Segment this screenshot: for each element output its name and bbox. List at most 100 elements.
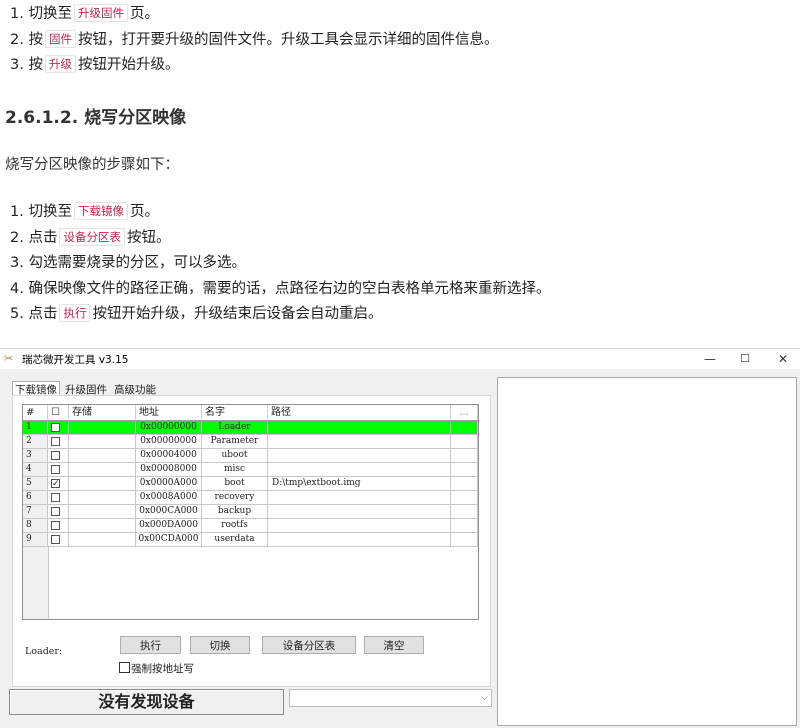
switch-button[interactable]: 切换 — [190, 636, 250, 654]
cell-path[interactable] — [268, 449, 451, 463]
cell-storage — [69, 463, 136, 477]
cell-browse[interactable] — [451, 519, 478, 533]
list-item: 5. 点击 执行 按钮开始升级，升级结束后设备会自动重启。 — [0, 302, 550, 328]
row-header-filler — [23, 547, 49, 619]
cell-path[interactable]: D:\tmp\extboot.img — [268, 477, 451, 491]
ui-tag: 设备分区表 — [59, 227, 125, 246]
checkbox-icon[interactable] — [51, 535, 60, 544]
title-bar[interactable]: ✂ 瑞芯微开发工具 v3.15 — ☐ ✕ — [0, 349, 800, 369]
row-checkbox[interactable] — [48, 491, 69, 505]
table-row[interactable]: 5 ✓ 0x0000A000 boot D:\tmp\extboot.img — [23, 477, 478, 491]
cell-path[interactable] — [268, 533, 451, 547]
row-index: 4 — [23, 463, 48, 477]
table-row[interactable]: 4 0x00008000 misc — [23, 463, 478, 477]
step-text: 按钮开始升级，升级结束后设备会自动重启。 — [92, 306, 383, 322]
table-row[interactable]: 2 0x00000000 Parameter — [23, 435, 478, 449]
cell-storage — [69, 477, 136, 491]
cell-path[interactable] — [268, 505, 451, 519]
cell-path[interactable] — [268, 421, 451, 435]
ui-tag: 升级 — [44, 55, 76, 73]
partition-table-button[interactable]: 设备分区表 — [262, 636, 356, 654]
step-number: 3. — [10, 255, 24, 271]
cell-browse[interactable] — [451, 435, 478, 449]
table-row[interactable]: 1 0x00000000 Loader — [23, 421, 478, 435]
cell-address: 0x0008A000 — [136, 491, 202, 505]
chevron-down-icon[interactable]: ⌵ — [481, 690, 488, 706]
list-item: 2. 按固件 按钮，打开要升级的固件文件。升级工具会显示详细的固件信息。 — [0, 28, 498, 54]
checked-checkbox-icon[interactable]: ✓ — [51, 479, 60, 489]
checkbox-icon[interactable] — [51, 465, 60, 474]
step-number: 5. — [10, 306, 24, 322]
table-row[interactable]: 9 0x00CDA000 userdata — [23, 533, 478, 547]
checkbox-icon[interactable] — [51, 423, 60, 432]
cell-path[interactable] — [268, 519, 451, 533]
table-row[interactable]: 3 0x00004000 uboot — [23, 449, 478, 463]
cell-browse[interactable] — [451, 421, 478, 435]
col-header-check[interactable]: ☐ — [48, 405, 69, 420]
table-row[interactable]: 8 0x000DA000 rootfs — [23, 519, 478, 533]
row-checkbox[interactable] — [48, 533, 69, 547]
cell-name: Loader — [202, 421, 268, 435]
cell-browse[interactable] — [451, 449, 478, 463]
download-panel: # ☐ 存储 地址 名字 路径 ... 1 0x00000000 Loader 2 0x… — [12, 395, 491, 687]
checkbox-icon[interactable] — [51, 451, 60, 460]
checkbox-icon[interactable] — [51, 507, 60, 516]
cell-path[interactable] — [268, 463, 451, 477]
clear-button[interactable]: 清空 — [364, 636, 424, 654]
step-text: 按 — [28, 31, 43, 48]
cell-path[interactable] — [268, 435, 451, 449]
cell-address: 0x000CA000 — [136, 505, 202, 519]
table-row[interactable]: 6 0x0008A000 recovery — [23, 491, 478, 505]
step-text: 点击 — [28, 229, 58, 246]
checkbox-icon[interactable] — [51, 521, 60, 530]
row-checkbox[interactable] — [48, 463, 69, 477]
step-number: 2. — [10, 229, 24, 246]
maximize-button[interactable]: ☐ — [730, 350, 760, 368]
ui-tag: 固件 — [44, 29, 76, 48]
row-checkbox[interactable]: ✓ — [48, 477, 69, 491]
col-header-path: 路径 — [268, 405, 451, 420]
step-text: 按 — [28, 57, 43, 73]
execute-button[interactable]: 执行 — [120, 636, 181, 654]
cell-name: userdata — [202, 533, 268, 547]
close-button[interactable]: ✕ — [768, 350, 798, 368]
row-checkbox[interactable] — [48, 449, 69, 463]
partition-grid[interactable]: # ☐ 存储 地址 名字 路径 ... 1 0x00000000 Loader 2 0x… — [22, 404, 479, 620]
cell-browse[interactable] — [451, 491, 478, 505]
cell-name: recovery — [202, 491, 268, 505]
cell-storage — [69, 533, 136, 547]
row-checkbox[interactable] — [48, 505, 69, 519]
list-item: 3. 勾选需要烧录的分区，可以多选。 — [0, 251, 550, 277]
cell-browse[interactable] — [451, 533, 478, 547]
step-text: 切换至 — [28, 6, 72, 22]
minimize-button[interactable]: — — [695, 350, 725, 368]
device-select[interactable]: ⌵ — [289, 689, 492, 707]
force-address-label: 强制按地址写 — [131, 663, 194, 675]
row-checkbox[interactable] — [48, 519, 69, 533]
grid-header: # ☐ 存储 地址 名字 路径 ... — [23, 405, 478, 421]
col-header-index: # — [23, 405, 48, 420]
force-address-checkbox[interactable]: 强制按地址写 — [119, 661, 194, 676]
cell-browse[interactable] — [451, 463, 478, 477]
row-index: 5 — [23, 477, 48, 491]
step-text: 点击 — [28, 306, 58, 322]
col-header-address: 地址 — [136, 405, 202, 420]
row-index: 9 — [23, 533, 48, 547]
row-checkbox[interactable] — [48, 435, 69, 449]
row-checkbox[interactable] — [48, 421, 69, 435]
step-text: 按钮开始升级。 — [77, 57, 180, 73]
cell-browse[interactable] — [451, 505, 478, 519]
table-row[interactable]: 7 0x000CA000 backup — [23, 505, 478, 519]
cell-address: 0x00008000 — [136, 463, 202, 477]
cell-path[interactable] — [268, 491, 451, 505]
list-item: 1. 切换至 下载镜像 页。 — [0, 200, 550, 226]
log-output[interactable] — [497, 377, 797, 726]
cell-address: 0x000DA000 — [136, 519, 202, 533]
tools-icon: ✂ — [4, 352, 14, 365]
checkbox-icon[interactable] — [51, 437, 60, 446]
cell-browse[interactable] — [451, 477, 478, 491]
cell-address: 0x00004000 — [136, 449, 202, 463]
checkbox-icon[interactable] — [51, 493, 60, 502]
step-number: 1. — [10, 204, 24, 220]
checkbox-box[interactable] — [119, 662, 130, 673]
